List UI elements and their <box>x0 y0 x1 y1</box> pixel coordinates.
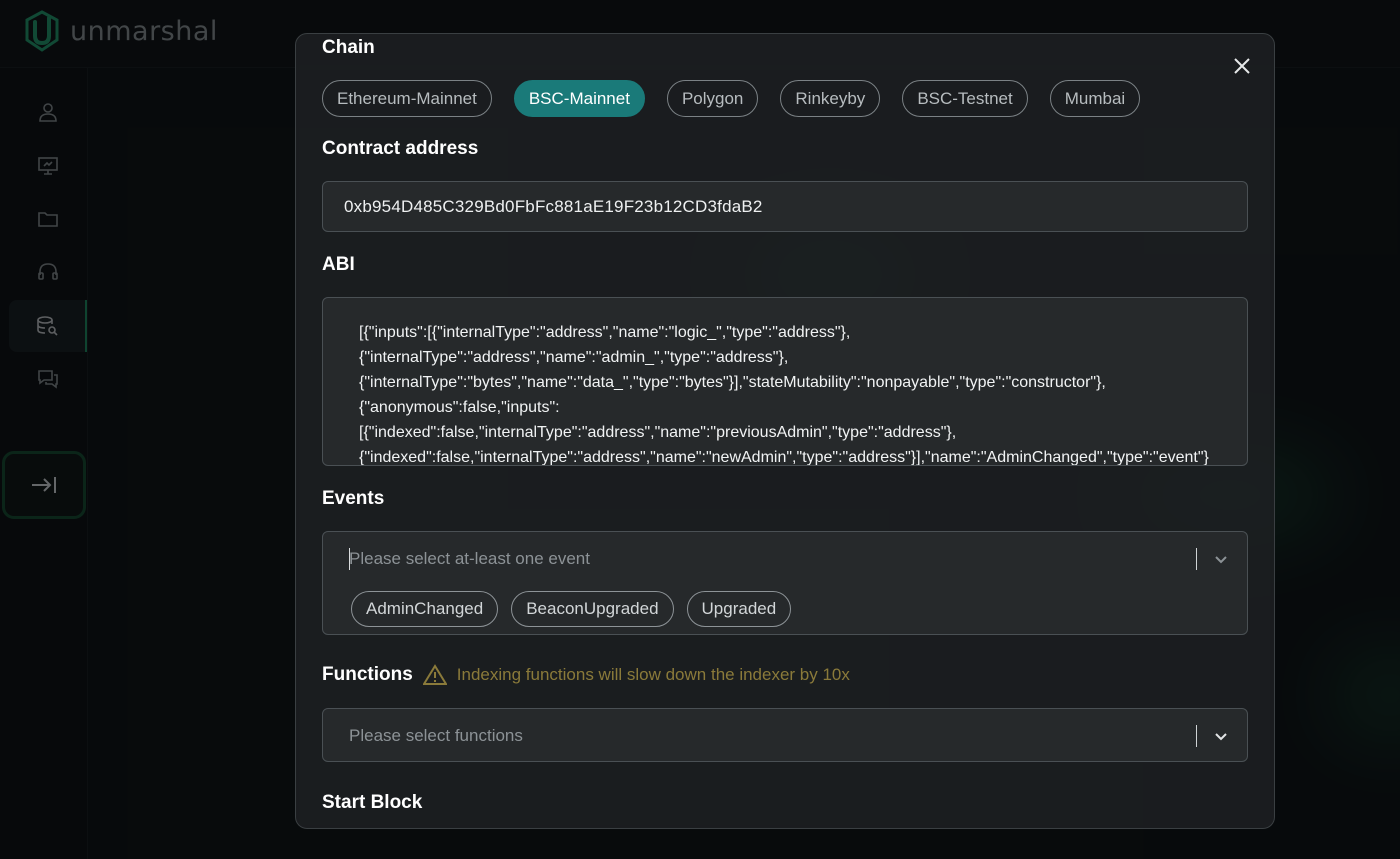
chain-option-rinkeyby[interactable]: Rinkeyby <box>780 80 881 117</box>
select-separator <box>1196 548 1197 570</box>
chevron-down-icon[interactable] <box>1213 728 1229 744</box>
functions-select[interactable]: Please select functions <box>322 708 1248 762</box>
abi-label: ABI <box>322 254 355 275</box>
start-block-label: Start Block <box>322 792 423 813</box>
functions-warning: Indexing functions will slow down the in… <box>456 665 850 684</box>
close-icon <box>1234 58 1250 74</box>
abi-textarea[interactable]: [{"inputs":[{"internalType":"address","n… <box>322 297 1248 466</box>
events-label: Events <box>322 488 385 509</box>
chain-options: Ethereum-Mainnet BSC-Mainnet Polygon Rin… <box>322 80 1141 117</box>
chain-option-ethereum-mainnet[interactable]: Ethereum-Mainnet <box>322 80 492 117</box>
chain-label: Chain <box>322 37 375 58</box>
event-options: AdminChanged BeaconUpgraded Upgraded <box>351 591 792 627</box>
warning-icon <box>422 664 447 685</box>
close-button[interactable] <box>1230 54 1254 78</box>
functions-label: Functions <box>322 664 413 685</box>
chain-option-mumbai[interactable]: Mumbai <box>1049 80 1141 117</box>
contract-address-label: Contract address <box>322 138 479 159</box>
event-option-upgraded[interactable]: Upgraded <box>686 591 792 627</box>
chain-option-polygon[interactable]: Polygon <box>666 80 759 117</box>
functions-placeholder: Please select functions <box>349 726 523 745</box>
contract-address-input[interactable]: 0xb954D485C329Bd0FbFc881aE19F23b12CD3fda… <box>322 181 1248 232</box>
chevron-down-icon[interactable] <box>1213 551 1229 567</box>
chain-option-bsc-testnet[interactable]: BSC-Testnet <box>902 80 1028 117</box>
event-option-admin-changed[interactable]: AdminChanged <box>351 591 499 627</box>
chain-option-bsc-mainnet[interactable]: BSC-Mainnet <box>513 80 645 117</box>
event-option-beacon-upgraded[interactable]: BeaconUpgraded <box>511 591 674 627</box>
events-placeholder: Please select at-least one event <box>349 549 590 568</box>
functions-header: Functions Indexing functions will slow d… <box>322 664 850 686</box>
events-select[interactable]: Please select at-least one event AdminCh… <box>322 531 1248 635</box>
select-separator <box>1196 725 1197 747</box>
create-indexer-modal: Chain Ethereum-Mainnet BSC-Mainnet Polyg… <box>295 33 1275 829</box>
